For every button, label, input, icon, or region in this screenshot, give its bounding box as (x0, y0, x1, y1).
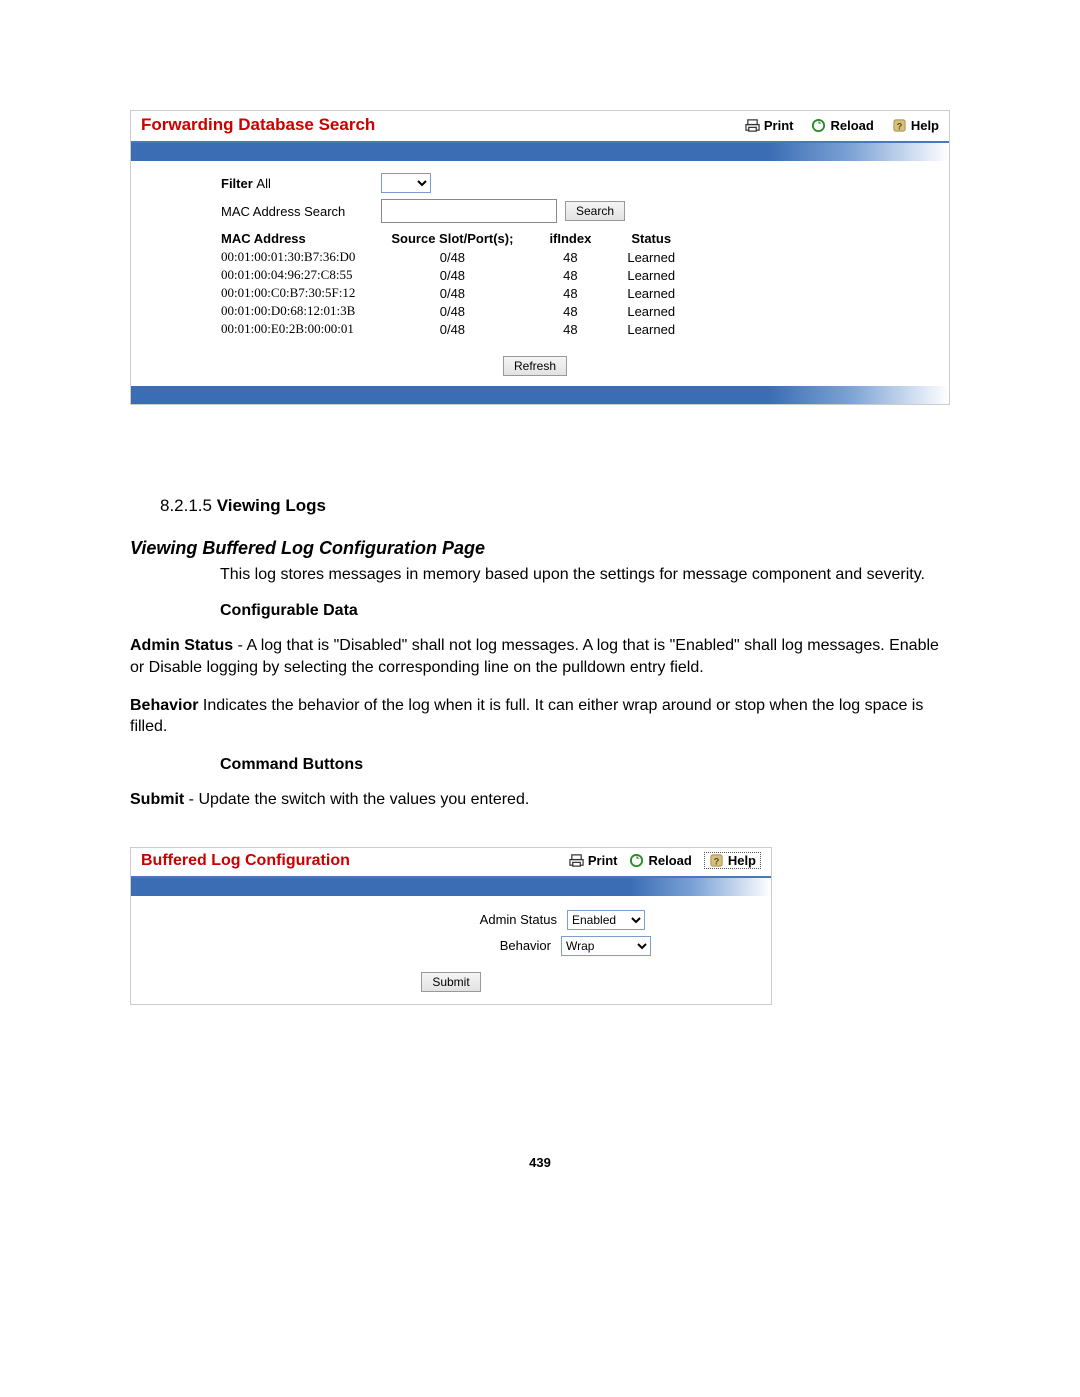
divider-bar-2 (131, 878, 771, 896)
print-icon (569, 853, 584, 868)
table-row: 00:01:00:E0:2B:00:00:010/4848Learned (221, 320, 693, 338)
help-icon: ? (892, 118, 907, 133)
svg-text:?: ? (896, 121, 902, 131)
print-label: Print (588, 853, 618, 868)
print-label: Print (764, 118, 794, 133)
table-header: Status (609, 229, 693, 248)
configurable-data-label: Configurable Data (220, 600, 950, 622)
print-link-2[interactable]: Print (569, 853, 618, 868)
behavior-para: Behavior Indicates the behavior of the l… (130, 695, 950, 738)
print-icon (745, 118, 760, 133)
table-header: MAC Address (221, 229, 373, 248)
divider-bar-bottom (131, 386, 949, 404)
page-number: 439 (130, 1155, 950, 1170)
reload-link-2[interactable]: Reload (629, 853, 691, 868)
search-button[interactable]: Search (565, 201, 625, 221)
panel-header: Forwarding Database Search Print Reload (131, 111, 949, 143)
help-label: Help (911, 118, 939, 133)
table-row: 00:01:00:C0:B7:30:5F:120/4848Learned (221, 284, 693, 302)
help-icon: ? (709, 853, 724, 868)
table-row: 00:01:00:D0:68:12:01:3B0/4848Learned (221, 302, 693, 320)
behavior-label: Behavior (251, 938, 561, 953)
table-header: Source Slot/Port(s); (373, 229, 531, 248)
refresh-button[interactable]: Refresh (503, 356, 567, 376)
forwarding-db-panel: Forwarding Database Search Print Reload (130, 110, 950, 405)
section-heading: 8.2.1.5 Viewing Logs (160, 495, 950, 518)
svg-text:?: ? (713, 857, 719, 867)
panel2-title: Buffered Log Configuration (141, 852, 569, 870)
reload-label: Reload (648, 853, 691, 868)
reload-link[interactable]: Reload (811, 118, 873, 133)
print-link[interactable]: Print (745, 118, 794, 133)
table-row: 00:01:00:01:30:B7:36:D00/4848Learned (221, 248, 693, 266)
table-header: ifIndex (531, 229, 609, 248)
subheading: Viewing Buffered Log Configuration Page (130, 536, 950, 560)
fdb-table: MAC AddressSource Slot/Port(s);ifIndexSt… (221, 229, 693, 338)
mac-search-input[interactable] (381, 199, 557, 223)
intro-text: This log stores messages in memory based… (220, 564, 950, 586)
filter-select[interactable] (381, 173, 431, 193)
reload-icon (811, 118, 826, 133)
command-buttons-label: Command Buttons (220, 754, 950, 776)
panel2-header: Buffered Log Configuration Print Reload (131, 848, 771, 878)
admin-status-label: Admin Status (257, 912, 567, 927)
submit-para: Submit - Update the switch with the valu… (130, 789, 950, 811)
admin-status-para: Admin Status - A log that is "Disabled" … (130, 635, 950, 678)
help-link-2[interactable]: ? Help (704, 852, 761, 869)
mac-search-label: MAC Address Search (221, 204, 381, 219)
reload-label: Reload (830, 118, 873, 133)
behavior-select[interactable]: Wrap (561, 936, 651, 956)
help-link[interactable]: ? Help (892, 118, 939, 133)
submit-button[interactable]: Submit (421, 972, 480, 992)
admin-status-select[interactable]: Enabled (567, 910, 645, 930)
filter-label: Filter All (221, 176, 381, 191)
table-row: 00:01:00:04:96:27:C8:550/4848Learned (221, 266, 693, 284)
document-body: 8.2.1.5 Viewing Logs Viewing Buffered Lo… (130, 495, 950, 811)
reload-icon (629, 853, 644, 868)
help-label: Help (728, 853, 756, 868)
panel-title: Forwarding Database Search (141, 115, 745, 135)
buffered-log-panel: Buffered Log Configuration Print Reload (130, 847, 772, 1005)
divider-bar (131, 143, 949, 161)
